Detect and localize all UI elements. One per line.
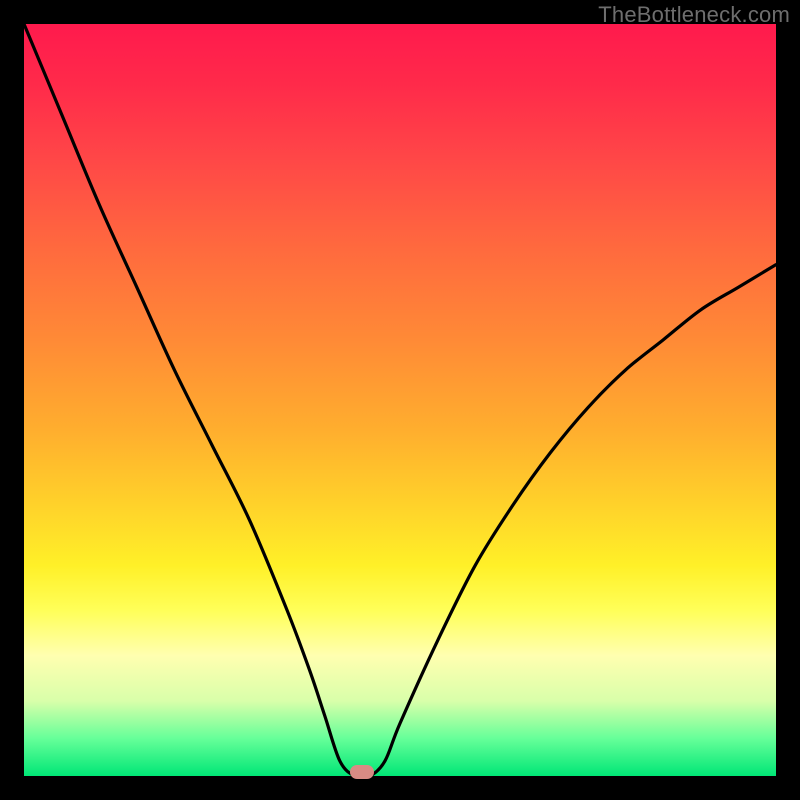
- bottleneck-curve: [24, 24, 776, 776]
- curve-line: [24, 24, 776, 778]
- minimum-marker: [350, 765, 374, 779]
- plot-area: [24, 24, 776, 776]
- chart-frame: TheBottleneck.com: [0, 0, 800, 800]
